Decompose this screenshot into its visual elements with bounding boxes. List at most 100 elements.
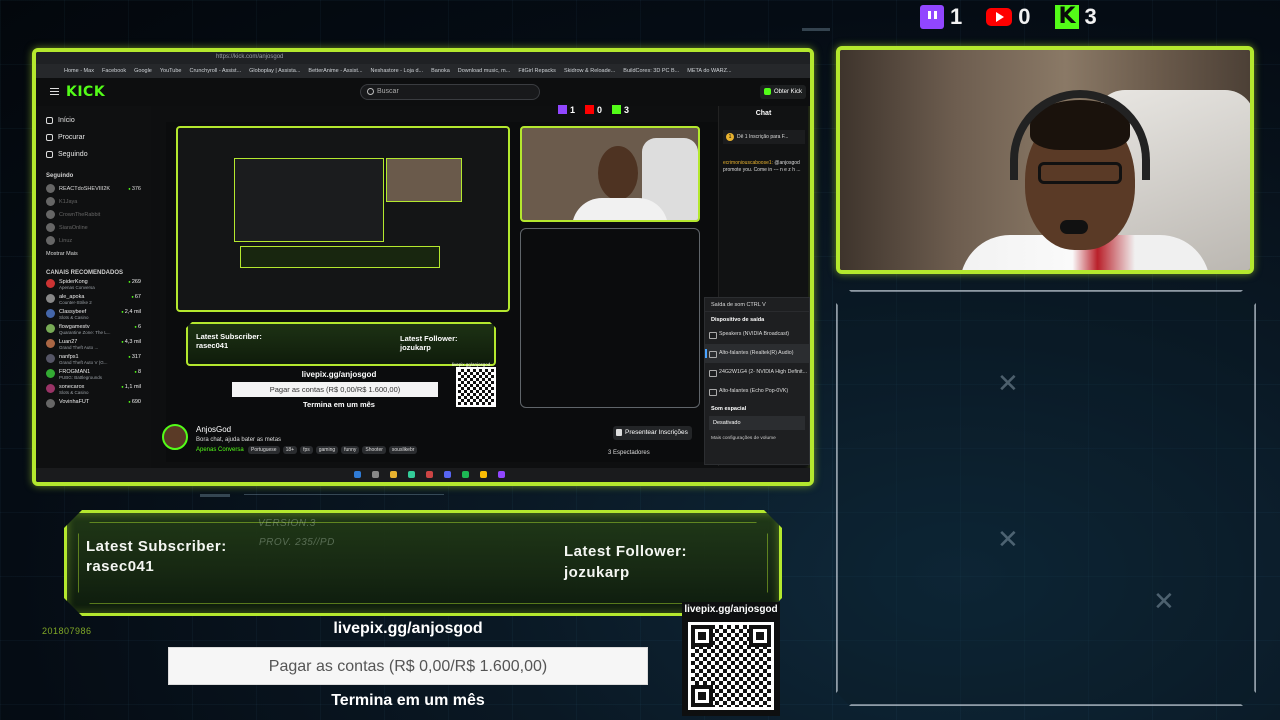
qr-finder (691, 625, 713, 647)
tag[interactable]: fps (300, 446, 313, 454)
channel-name: CrownTheRabbit (59, 211, 101, 218)
goal-deadline: Termina em um mês (331, 692, 485, 709)
avatar (46, 184, 55, 193)
bookmark[interactable]: Skidrow & Reloade... (564, 68, 615, 74)
bookmark[interactable]: Home - Max (64, 68, 94, 74)
following-item[interactable]: Linuz (46, 234, 141, 247)
spatial-sound-select[interactable]: Desativado (709, 416, 805, 430)
browse-icon (46, 134, 53, 141)
sound-output-flyout: Saída de som CTRL V Dispositivo de saída… (704, 297, 810, 465)
bookmark[interactable]: Download music, m... (458, 68, 511, 74)
menu-icon[interactable] (50, 88, 59, 95)
decorative-number: 201807986 (42, 626, 92, 636)
show-more-link[interactable]: Mostrar Mais (46, 247, 141, 260)
gift-banner[interactable]: Dê 1 Inscrição para F... (723, 130, 805, 144)
kick-logo[interactable]: KICK (66, 84, 105, 100)
avatar (46, 339, 55, 348)
mini-pix-url: livepix.gg/anjosgod (301, 370, 377, 379)
bookmark[interactable]: BuildCores: 3D PC B... (623, 68, 679, 74)
tag[interactable]: souslikebr (388, 446, 418, 454)
tag[interactable]: gaming (315, 446, 339, 454)
mini-latest-subscriber: Latest Subscriber: rasec041 (196, 332, 262, 350)
following-item[interactable]: SiaraOnline (46, 221, 141, 234)
avatar (46, 354, 55, 363)
spotify-icon[interactable] (462, 471, 469, 478)
bookmark[interactable]: Banoka (431, 68, 450, 74)
chrome-icon[interactable] (480, 471, 487, 478)
explorer-icon[interactable] (390, 471, 397, 478)
following-item[interactable]: CrownTheRabbit (46, 208, 141, 221)
search-input[interactable]: Buscar (360, 84, 540, 100)
bookmark[interactable]: Neshastore - Loja d... (371, 68, 424, 74)
stream-player[interactable]: 1 0 3 Latest Subscriber: rasec041 Latest … (166, 105, 736, 462)
channel-avatar[interactable] (162, 424, 188, 450)
nav-label: Procurar (58, 134, 85, 141)
bookmark[interactable]: BetterAnime - Assist... (308, 68, 362, 74)
bookmark[interactable]: Globoplay | Assista... (249, 68, 300, 74)
tag[interactable]: Portuguese (248, 446, 280, 454)
recommended-item[interactable]: VovinhaFUT 690 (46, 399, 141, 414)
tag[interactable]: 18+ (282, 446, 298, 454)
channel-name[interactable]: AnjosGod (196, 425, 231, 434)
tag[interactable]: funny (341, 446, 360, 454)
pix-url: livepix.gg/anjosgod (333, 620, 483, 637)
audio-device-option[interactable]: Speakers (NVIDIA Broadcast) (705, 325, 809, 344)
kick-icon (1054, 4, 1079, 29)
recommended-item[interactable]: SpiderKongApenas Conversa269 (46, 279, 141, 294)
recommended-item[interactable]: nanfps1Grand Theft Auto V (G...317 (46, 354, 141, 369)
kick-icon (612, 105, 622, 114)
bookmark[interactable]: META do WARZ... (687, 68, 731, 74)
recommended-item[interactable]: ale_apokaCounter-Strike 267 (46, 294, 141, 309)
bookmark[interactable]: YouTube (160, 68, 182, 74)
recommended-item[interactable]: flowgamestvQuarantine Zone: The L...6 (46, 324, 141, 339)
app-icon[interactable] (498, 471, 505, 478)
audio-device-option-selected[interactable]: Alto-falantes (Realtek(R) Audio) (705, 344, 809, 363)
bookmark[interactable]: Facebook (102, 68, 126, 74)
discord-icon[interactable] (444, 471, 451, 478)
recommended-item[interactable]: sonecaroxSlots & Casino1,1 mil (46, 384, 141, 399)
search-icon[interactable] (372, 471, 379, 478)
channel-name: K1Jaya (59, 198, 78, 205)
recommended-item[interactable]: FROGMAN1PUBG: Battlegrounds8 (46, 369, 141, 384)
channel-category: Grand Theft Auto V (G... (59, 360, 108, 365)
chat-message: ecrimoniouscaboose1: @anjosgod promote y… (723, 160, 809, 174)
label: Latest Subscriber: (196, 332, 262, 341)
chat-username[interactable]: ecrimoniouscaboose1: (723, 160, 773, 166)
channel-category: Counter-Strike 2 (59, 300, 92, 305)
browser-tabbar[interactable]: https://kick.com/anjosgod (36, 52, 810, 64)
stream-category[interactable]: Apenas Conversa (196, 447, 244, 453)
app-icon[interactable] (426, 471, 433, 478)
gift-subs-button[interactable]: Presentear Inscrições (613, 426, 692, 440)
output-device-header: Dispositivo de saída (711, 317, 765, 323)
address-bar[interactable]: https://kick.com/anjosgod (216, 54, 283, 60)
heart-icon (46, 151, 53, 158)
mini-count: 0 (597, 105, 603, 115)
nav-following[interactable]: Seguindo (46, 146, 141, 163)
viewer-count: 8 (134, 369, 141, 375)
bookmark[interactable]: FitGirl Repacks (518, 68, 556, 74)
nav-home[interactable]: Início (46, 112, 141, 129)
viewer-count: 1,1 mil (121, 384, 141, 390)
mini-twitch-counter: 1 (558, 105, 575, 115)
nav-browse[interactable]: Procurar (46, 129, 141, 146)
start-icon[interactable] (354, 471, 361, 478)
bookmark[interactable]: Google (134, 68, 152, 74)
audio-device-option[interactable]: Alto-falantes (Echo Pop-0VK) (705, 382, 809, 401)
more-volume-settings-link[interactable]: Mais configurações de volume (705, 430, 809, 441)
avatar (46, 223, 55, 232)
bookmark[interactable]: Crunchyroll - Assist... (189, 68, 241, 74)
following-item[interactable]: K1Jaya (46, 195, 141, 208)
app-icon[interactable] (408, 471, 415, 478)
latest-follower-name: jozukarp (564, 564, 630, 581)
get-kick-button[interactable]: Obter Kick (759, 85, 806, 99)
recommended-item[interactable]: Luan27Grand Theft Auto ...4,3 mil (46, 339, 141, 354)
kick-sidebar: Início Procurar Seguindo Seguindo REACTd… (36, 106, 151, 468)
following-item[interactable]: REACTdoSHEVIII2K 376 (46, 182, 141, 195)
audio-device-option[interactable]: 24G2W1G4 (2- NVIDIA High Definit... (705, 363, 809, 382)
recommended-item[interactable]: ClassybeefSlots & Casino2,4 mil (46, 309, 141, 324)
flyout-header[interactable]: Saída de som CTRL V (705, 298, 809, 312)
youtube-count: 0 (1018, 4, 1031, 29)
mini-qr-code (456, 367, 496, 407)
tag[interactable]: Shooter (362, 446, 386, 454)
following-header: Seguindo (46, 173, 74, 179)
